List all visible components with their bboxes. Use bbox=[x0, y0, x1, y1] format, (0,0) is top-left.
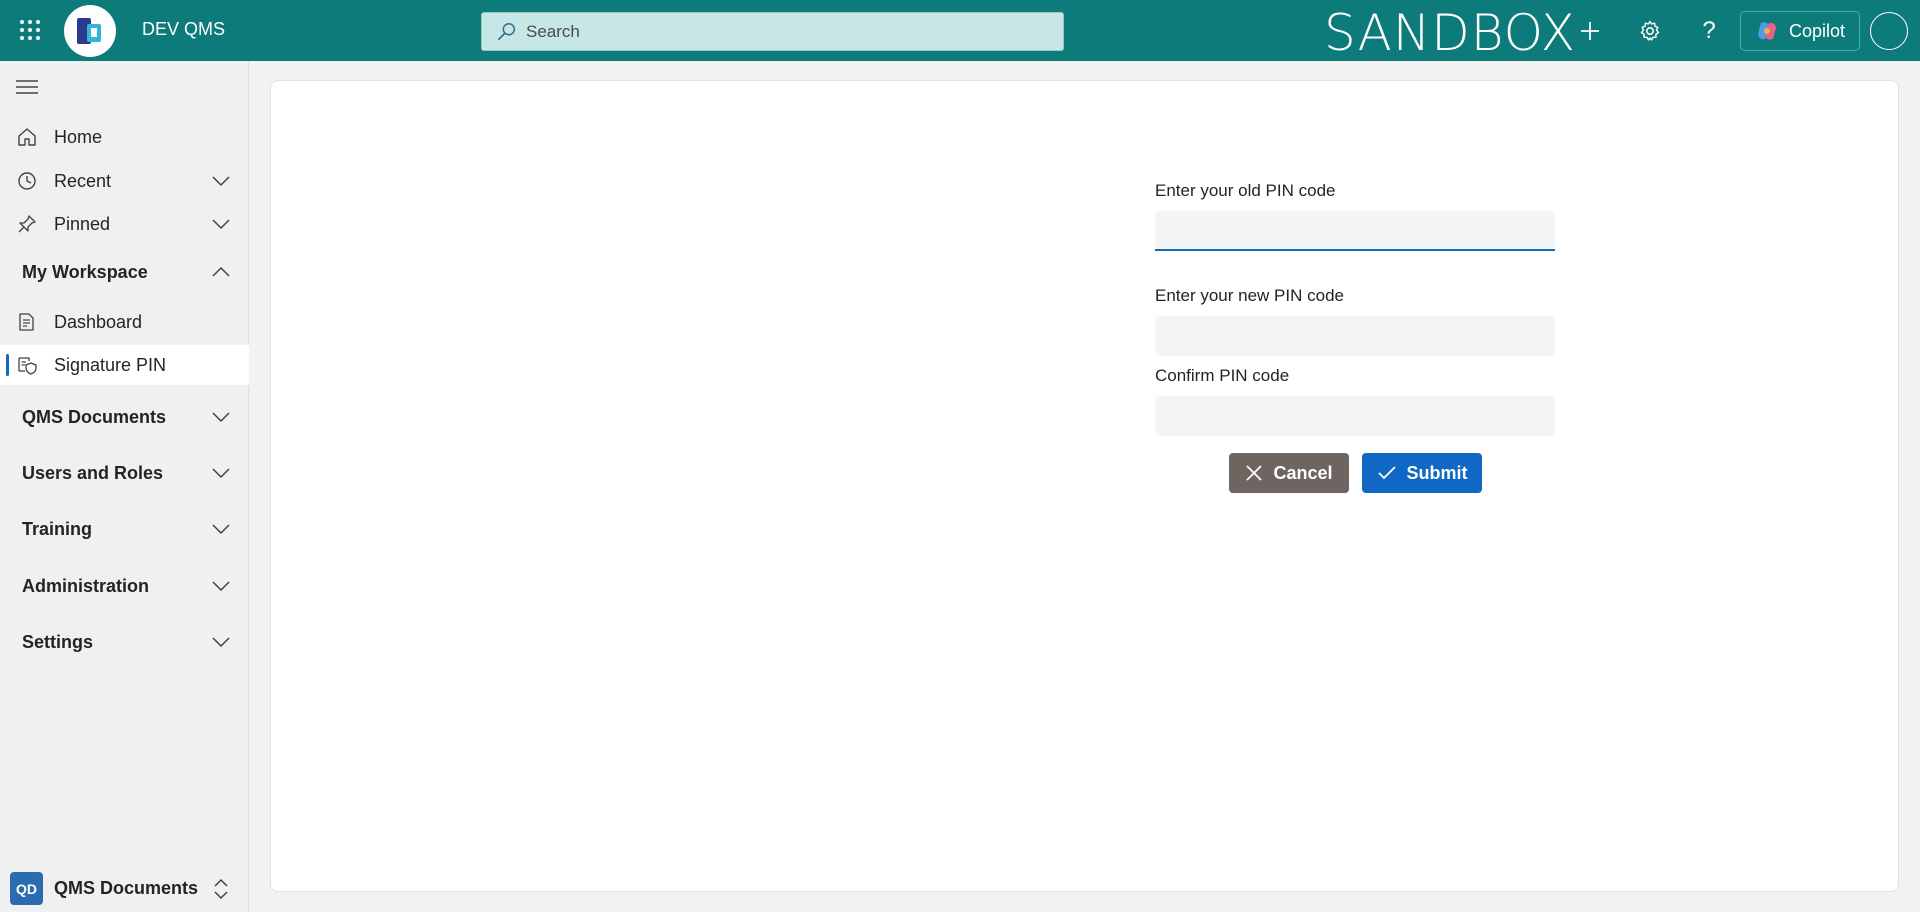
chevron-down-icon[interactable] bbox=[210, 170, 232, 192]
section-qms-documents[interactable]: QMS Documents bbox=[0, 395, 249, 439]
chevron-down-icon[interactable] bbox=[210, 575, 232, 597]
confirm-pin-label: Confirm PIN code bbox=[1155, 366, 1290, 385]
search-icon bbox=[497, 22, 516, 40]
app-logo[interactable] bbox=[64, 5, 116, 57]
section-label: Users and Roles bbox=[22, 462, 164, 483]
pin-icon bbox=[16, 213, 38, 235]
area-switcher-label: QMS Documents bbox=[54, 878, 199, 898]
sidebar-item-recent[interactable]: Recent bbox=[0, 161, 249, 201]
help-icon[interactable]: ? bbox=[1692, 14, 1726, 48]
cancel-button[interactable]: Cancel bbox=[1229, 453, 1349, 493]
sidebar-item-label: Home bbox=[54, 126, 103, 147]
sidebar-item-label: Signature PIN bbox=[54, 354, 167, 375]
chevron-down-icon[interactable] bbox=[210, 518, 232, 540]
section-label: QMS Documents bbox=[22, 406, 167, 427]
search-input[interactable]: Search bbox=[481, 12, 1064, 51]
section-label: Administration bbox=[22, 575, 150, 596]
area-badge: QD bbox=[10, 872, 43, 905]
section-administration[interactable]: Administration bbox=[0, 564, 249, 608]
chevron-down-icon[interactable] bbox=[210, 213, 232, 235]
app-name[interactable]: DEV QMS bbox=[142, 19, 225, 40]
old-pin-label: Enter your old PIN code bbox=[1155, 181, 1336, 200]
search-placeholder: Search bbox=[526, 21, 580, 41]
close-icon bbox=[1246, 465, 1263, 481]
sidebar-item-label: Dashboard bbox=[54, 311, 143, 332]
sidebar-item-signature-pin[interactable]: Signature PIN bbox=[0, 345, 249, 385]
sidebar-item-label: Pinned bbox=[54, 213, 111, 234]
copilot-icon bbox=[1758, 22, 1776, 40]
home-icon bbox=[16, 126, 38, 148]
gear-icon[interactable] bbox=[1633, 14, 1667, 48]
avatar[interactable] bbox=[1870, 12, 1908, 50]
cancel-label: Cancel bbox=[1273, 462, 1333, 483]
environment-label: SANDBOX bbox=[1324, 4, 1577, 62]
old-pin-input[interactable] bbox=[1155, 211, 1555, 251]
submit-button[interactable]: Submit bbox=[1362, 453, 1482, 493]
section-settings[interactable]: Settings bbox=[0, 620, 249, 664]
new-pin-label: Enter your new PIN code bbox=[1155, 286, 1344, 305]
sidebar: Home Recent Pinned My Workspace Dashboar… bbox=[0, 61, 249, 912]
copilot-label: Copilot bbox=[1789, 20, 1846, 41]
shield-icon bbox=[16, 354, 38, 376]
section-my-workspace[interactable]: My Workspace bbox=[0, 250, 249, 294]
chevron-up-down-icon bbox=[214, 878, 228, 899]
app-launcher-icon[interactable] bbox=[18, 18, 42, 42]
section-training[interactable]: Training bbox=[0, 507, 249, 551]
hamburger-menu-icon[interactable] bbox=[16, 79, 38, 95]
checkmark-icon bbox=[1377, 466, 1396, 480]
area-switcher[interactable]: QD QMS Documents bbox=[0, 865, 249, 912]
chevron-up-icon[interactable] bbox=[210, 261, 232, 283]
sidebar-item-label: Recent bbox=[54, 170, 112, 191]
sidebar-item-pinned[interactable]: Pinned bbox=[0, 204, 249, 244]
selection-indicator bbox=[6, 354, 9, 376]
section-label: Settings bbox=[22, 631, 94, 652]
chevron-down-icon[interactable] bbox=[210, 462, 232, 484]
add-icon[interactable] bbox=[1573, 14, 1607, 48]
chevron-down-icon[interactable] bbox=[210, 631, 232, 653]
sidebar-item-dashboard[interactable]: Dashboard bbox=[0, 302, 249, 342]
submit-label: Submit bbox=[1406, 462, 1468, 483]
copilot-button[interactable]: Copilot bbox=[1740, 11, 1860, 51]
clock-icon bbox=[16, 170, 38, 192]
section-users-and-roles[interactable]: Users and Roles bbox=[0, 451, 249, 495]
chevron-down-icon[interactable] bbox=[210, 406, 232, 428]
section-label: My Workspace bbox=[22, 261, 148, 282]
content-card: Enter your old PIN code Enter your new P… bbox=[270, 80, 1899, 892]
sidebar-item-home[interactable]: Home bbox=[0, 117, 249, 157]
top-bar: DEV QMS Search SANDBOX ? Copilot bbox=[0, 0, 1920, 62]
section-label: Training bbox=[22, 518, 93, 539]
new-pin-input[interactable] bbox=[1155, 316, 1555, 356]
confirm-pin-input[interactable] bbox=[1155, 396, 1555, 436]
dashboard-icon bbox=[16, 311, 38, 333]
